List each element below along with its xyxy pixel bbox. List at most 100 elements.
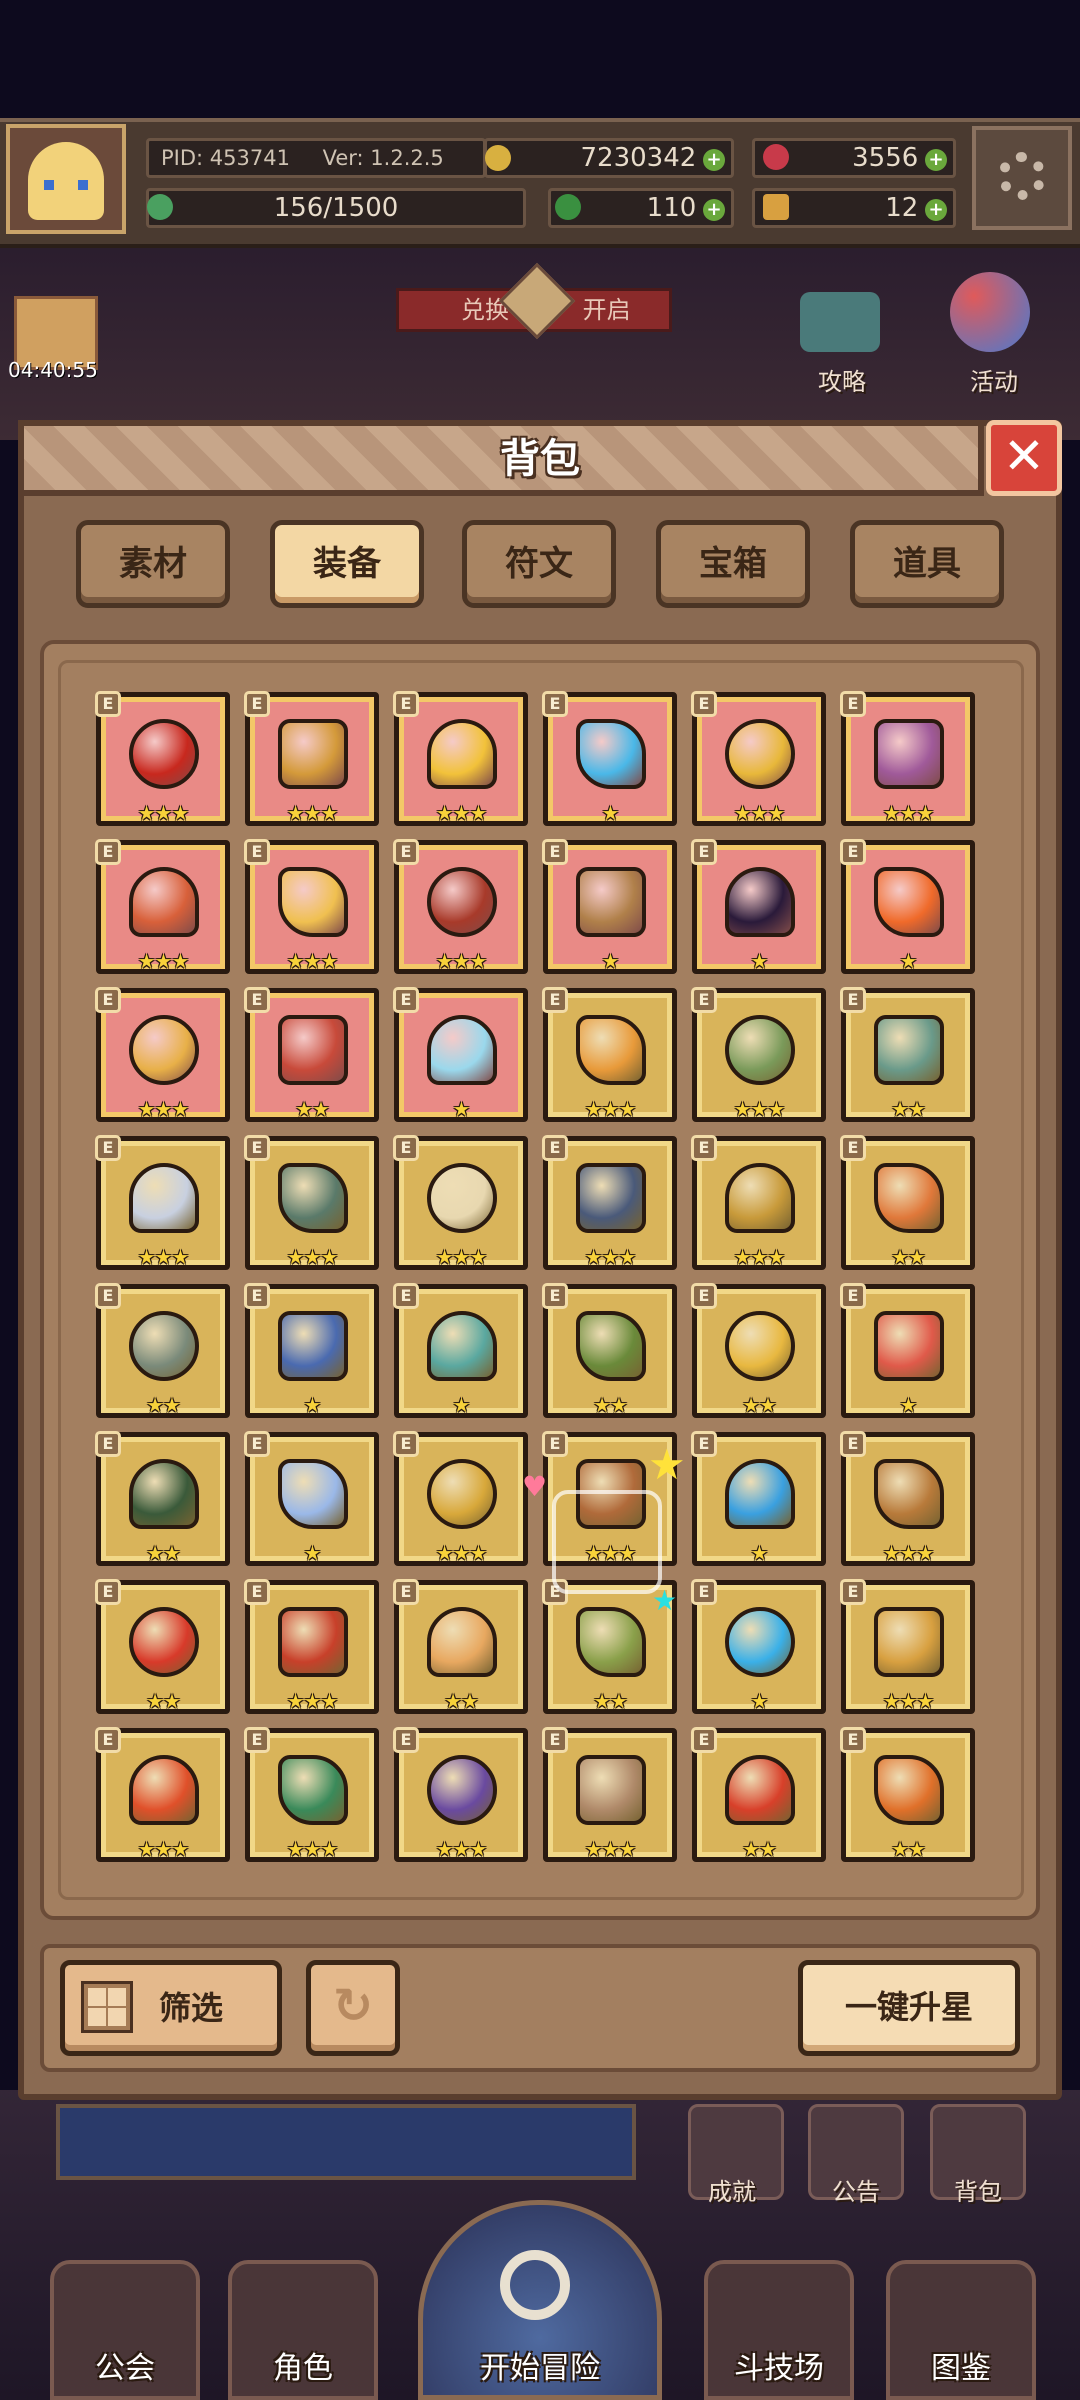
equipment-slot-ruby-circlet[interactable]: E ★★ — [691, 1727, 826, 1862]
magnifier-icon — [500, 2250, 570, 2320]
strategy-label[interactable]: 攻略 — [818, 362, 866, 397]
filter-button[interactable]: 筛选 — [60, 1960, 282, 2056]
equipment-slot-gold-band[interactable]: E ★★ — [691, 1283, 826, 1418]
equipped-badge: E — [244, 987, 270, 1013]
player-id: PID: 453741 — [161, 146, 290, 170]
equipment-slot-gold-scepter[interactable]: E ★★★ — [542, 987, 677, 1122]
equipment-slot-flame-chest[interactable]: E ★★ — [840, 1727, 975, 1862]
equipment-slot-straw-hat[interactable]: E ★★★ — [393, 691, 528, 826]
star-rating: ★★★ — [286, 949, 339, 973]
equipment-slot-red-glove[interactable]: E ★★★ — [244, 1579, 379, 1714]
equipment-slot-gold-amulet[interactable]: E ★★★ — [691, 691, 826, 826]
equipped-badge: E — [542, 839, 568, 865]
equipment-slot-wooden-staff[interactable]: E ★★★ — [244, 691, 379, 826]
equipment-slot-dark-sword[interactable]: E ★★★ — [542, 1135, 677, 1270]
equipment-slot-void-orb[interactable]: E ★ — [691, 839, 826, 974]
green-hood-icon — [129, 1459, 199, 1529]
tab-materials[interactable]: 素材 — [76, 520, 230, 608]
equipment-slot-amethyst-crown[interactable]: E ★★★ — [393, 1727, 528, 1862]
equipped-badge: E — [393, 1431, 419, 1457]
add-gold-icon[interactable]: + — [703, 149, 725, 171]
tab-runes[interactable]: 符文 — [462, 520, 616, 608]
equipment-slot-jade-bracelet[interactable]: E ★★ — [542, 1283, 677, 1418]
equipment-slot-stone-orb[interactable]: E ★★★ — [244, 1135, 379, 1270]
equipment-slot-diamond-band[interactable]: E ★★★ — [542, 1727, 677, 1862]
equipment-slot-jade-bow[interactable]: E ★★★ — [691, 987, 826, 1122]
upgrade-all-stars-button[interactable]: 一键升星 — [798, 1960, 1020, 2056]
star-rating: ★★★ — [435, 801, 488, 825]
equipment-slot-flame-ring[interactable]: E ★ — [840, 839, 975, 974]
player-avatar[interactable] — [6, 124, 126, 234]
equipment-slot-ruby-scroll[interactable]: E ★★★ — [840, 1431, 975, 1566]
equipment-slot-octopus-cloak[interactable]: E ★★ — [244, 987, 379, 1122]
equipment-slot-jade-sword[interactable]: E ★★ — [840, 987, 975, 1122]
equipped-badge: E — [244, 839, 270, 865]
equipment-slot-battle-axe[interactable]: E ★★★ — [393, 839, 528, 974]
equipment-slot-spiked-ring[interactable]: E ★★ — [393, 1579, 528, 1714]
equipment-slot-gold-ring[interactable]: E ★★★ — [244, 839, 379, 974]
equipment-slot-ice-boot[interactable]: E ★ — [691, 1579, 826, 1714]
add-key-icon[interactable]: + — [925, 199, 947, 221]
equipped-badge: E — [95, 691, 121, 717]
settings-button[interactable] — [972, 126, 1072, 230]
star-rating: ★★★ — [286, 1245, 339, 1269]
balloons-icon[interactable] — [950, 272, 1030, 352]
avatar-eyes — [44, 180, 88, 190]
equipped-badge: E — [95, 1579, 121, 1605]
equipment-slot-heart-pendant[interactable]: E ★ — [393, 987, 528, 1122]
equipment-slot-stone-shield[interactable]: E ★★ — [95, 1283, 230, 1418]
equipment-slot-flame-armor[interactable]: E ★★ — [840, 1135, 975, 1270]
star-rating: ★ — [601, 949, 620, 973]
strategy-chat-icon[interactable] — [800, 292, 880, 352]
equipment-slot-horned-crown[interactable]: E ★★★ — [95, 987, 230, 1122]
equipment-slot-fire-ring[interactable]: E ★★★ — [95, 1727, 230, 1862]
refresh-button[interactable]: ↻ — [306, 1960, 400, 2056]
equipment-slot-bronze-helm[interactable]: E ★ — [542, 839, 677, 974]
events-label[interactable]: 活动 — [970, 362, 1018, 397]
equipment-slot-crossed-swords[interactable]: E ★★★ — [95, 1135, 230, 1270]
equipment-slot-blue-tunic[interactable]: E ★ — [691, 1431, 826, 1566]
equipment-slot-emerald-ring[interactable]: E ★★★ — [244, 1727, 379, 1862]
add-clover-icon[interactable]: + — [703, 199, 725, 221]
equipment-slot-knight-armor[interactable]: E ★★★ — [691, 1135, 826, 1270]
banner-text-right: 开启 — [582, 296, 631, 324]
equipment-slot-gold-robe[interactable]: E ★★★ — [393, 1431, 528, 1566]
stamina-icon — [147, 194, 173, 220]
equipment-slot-green-hood[interactable]: E ★★ — [95, 1431, 230, 1566]
jade-bow-icon — [725, 1015, 795, 1085]
coral-necklace-icon — [874, 1311, 944, 1381]
star-rating: ★ — [303, 1393, 322, 1417]
equipment-slot-crystal-helm[interactable]: E ★ — [542, 691, 677, 826]
equipped-badge: E — [393, 1283, 419, 1309]
royal-ring-icon — [874, 1607, 944, 1677]
filter-label: 筛选 — [159, 1989, 224, 2027]
equipment-slot-crimson-gauntlets[interactable]: E ★★★ — [95, 691, 230, 826]
tab-chests[interactable]: 宝箱 — [656, 520, 810, 608]
equipment-slot-red-scroll[interactable]: E ★★ — [95, 1579, 230, 1714]
equipment-slot-jade-mask[interactable]: E ★ — [393, 1283, 528, 1418]
tab-props[interactable]: 道具 — [850, 520, 1004, 608]
equipped-badge: E — [542, 1727, 568, 1753]
close-button[interactable]: ✕ — [986, 420, 1062, 496]
equipment-slot-coral-necklace[interactable]: E ★ — [840, 1283, 975, 1418]
equipped-badge: E — [840, 691, 866, 717]
equipment-slot-magic-lamp[interactable]: E ★ — [244, 1283, 379, 1418]
star-rating: ★★★ — [286, 1837, 339, 1861]
equipment-slot-ruby-cap[interactable]: E ★★★ — [95, 839, 230, 974]
star-rating: ★★★ — [137, 1097, 190, 1121]
equipped-badge: E — [840, 1579, 866, 1605]
equipment-slot-bone-wand[interactable]: E ★★★ — [393, 1135, 528, 1270]
gold-counter: 7230342 + — [484, 138, 734, 178]
equipped-badge: E — [691, 987, 717, 1013]
star-rating: ★ — [303, 1541, 322, 1565]
star-rating: ★★ — [444, 1689, 479, 1713]
tab-equipment[interactable]: 装备 — [270, 520, 424, 608]
star-rating: ★★ — [593, 1689, 628, 1713]
star-rating: ★★ — [146, 1393, 181, 1417]
add-gem-icon[interactable]: + — [925, 149, 947, 171]
equipment-slot-ice-crown[interactable]: E ★ — [244, 1431, 379, 1566]
equipment-slot-plaid-necklace[interactable]: E ★★★ — [840, 691, 975, 826]
equipment-slot-royal-ring[interactable]: E ★★★ — [840, 1579, 975, 1714]
news-carousel[interactable] — [56, 2104, 636, 2180]
jade-sword-icon — [874, 1015, 944, 1085]
